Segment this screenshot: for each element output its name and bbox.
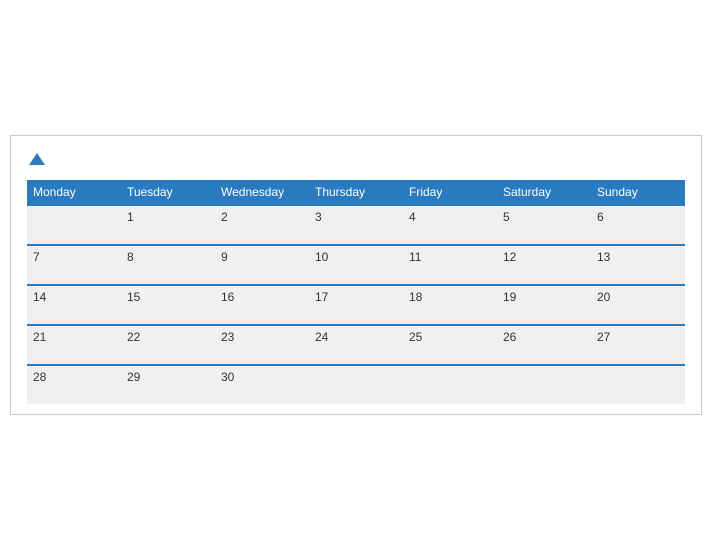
- day-cell: 18: [403, 285, 497, 325]
- day-cell: 8: [121, 245, 215, 285]
- calendar-thead: MondayTuesdayWednesdayThursdayFridaySatu…: [27, 180, 685, 205]
- weekday-header-friday: Friday: [403, 180, 497, 205]
- day-number: 6: [597, 210, 604, 224]
- day-number: 9: [221, 250, 228, 264]
- day-number: 16: [221, 290, 234, 304]
- weekday-header-row: MondayTuesdayWednesdayThursdayFridaySatu…: [27, 180, 685, 205]
- day-cell: [403, 365, 497, 404]
- day-cell: [497, 365, 591, 404]
- day-cell: 30: [215, 365, 309, 404]
- week-row-3: 21 22 23 24 25 26 27: [27, 325, 685, 365]
- day-cell: 1: [121, 205, 215, 245]
- week-row-4: 28 29 30: [27, 365, 685, 404]
- logo-area: [27, 152, 45, 170]
- logo-general-text: [27, 152, 45, 170]
- day-cell: 19: [497, 285, 591, 325]
- day-cell: 7: [27, 245, 121, 285]
- day-number: 26: [503, 330, 516, 344]
- day-cell: 5: [497, 205, 591, 245]
- weekday-header-wednesday: Wednesday: [215, 180, 309, 205]
- day-number: 29: [127, 370, 140, 384]
- day-number: 14: [33, 290, 46, 304]
- calendar-header: [27, 152, 685, 170]
- day-number: 21: [33, 330, 46, 344]
- day-number: 15: [127, 290, 140, 304]
- day-cell: [27, 205, 121, 245]
- weekday-header-tuesday: Tuesday: [121, 180, 215, 205]
- day-cell: 4: [403, 205, 497, 245]
- day-cell: 27: [591, 325, 685, 365]
- day-number: 20: [597, 290, 610, 304]
- day-number: 22: [127, 330, 140, 344]
- day-cell: 21: [27, 325, 121, 365]
- day-number: 18: [409, 290, 422, 304]
- day-number: 2: [221, 210, 228, 224]
- day-number: 7: [33, 250, 40, 264]
- day-number: 17: [315, 290, 328, 304]
- day-cell: 10: [309, 245, 403, 285]
- week-row-0: 1 2 3 4 5 6: [27, 205, 685, 245]
- day-number: 12: [503, 250, 516, 264]
- day-cell: 2: [215, 205, 309, 245]
- day-cell: 13: [591, 245, 685, 285]
- day-number: 13: [597, 250, 610, 264]
- day-cell: 3: [309, 205, 403, 245]
- day-number: 24: [315, 330, 328, 344]
- day-cell: 6: [591, 205, 685, 245]
- calendar-container: MondayTuesdayWednesdayThursdayFridaySatu…: [10, 135, 702, 415]
- day-number: 28: [33, 370, 46, 384]
- weekday-header-thursday: Thursday: [309, 180, 403, 205]
- day-cell: 24: [309, 325, 403, 365]
- day-cell: 28: [27, 365, 121, 404]
- day-cell: 20: [591, 285, 685, 325]
- week-row-1: 7 8 9 10 11 12 13: [27, 245, 685, 285]
- day-cell: 15: [121, 285, 215, 325]
- day-cell: 12: [497, 245, 591, 285]
- day-cell: 14: [27, 285, 121, 325]
- day-cell: 9: [215, 245, 309, 285]
- day-number: 30: [221, 370, 234, 384]
- day-cell: 25: [403, 325, 497, 365]
- day-cell: [309, 365, 403, 404]
- logo-triangle-icon: [29, 153, 45, 165]
- day-number: 5: [503, 210, 510, 224]
- day-number: 3: [315, 210, 322, 224]
- day-cell: 16: [215, 285, 309, 325]
- day-number: 8: [127, 250, 134, 264]
- calendar-body: 1234567891011121314151617181920212223242…: [27, 205, 685, 404]
- day-number: 4: [409, 210, 416, 224]
- day-number: 10: [315, 250, 328, 264]
- day-cell: 17: [309, 285, 403, 325]
- day-number: 11: [409, 250, 421, 264]
- day-cell: 23: [215, 325, 309, 365]
- day-number: 1: [127, 210, 134, 224]
- calendar-table: MondayTuesdayWednesdayThursdayFridaySatu…: [27, 180, 685, 404]
- day-cell: 29: [121, 365, 215, 404]
- day-cell: [591, 365, 685, 404]
- week-row-2: 14 15 16 17 18 19 20: [27, 285, 685, 325]
- day-number: 23: [221, 330, 234, 344]
- day-number: 19: [503, 290, 516, 304]
- day-number: 25: [409, 330, 422, 344]
- day-cell: 11: [403, 245, 497, 285]
- day-number: 27: [597, 330, 610, 344]
- weekday-header-monday: Monday: [27, 180, 121, 205]
- day-cell: 22: [121, 325, 215, 365]
- day-cell: 26: [497, 325, 591, 365]
- weekday-header-saturday: Saturday: [497, 180, 591, 205]
- weekday-header-sunday: Sunday: [591, 180, 685, 205]
